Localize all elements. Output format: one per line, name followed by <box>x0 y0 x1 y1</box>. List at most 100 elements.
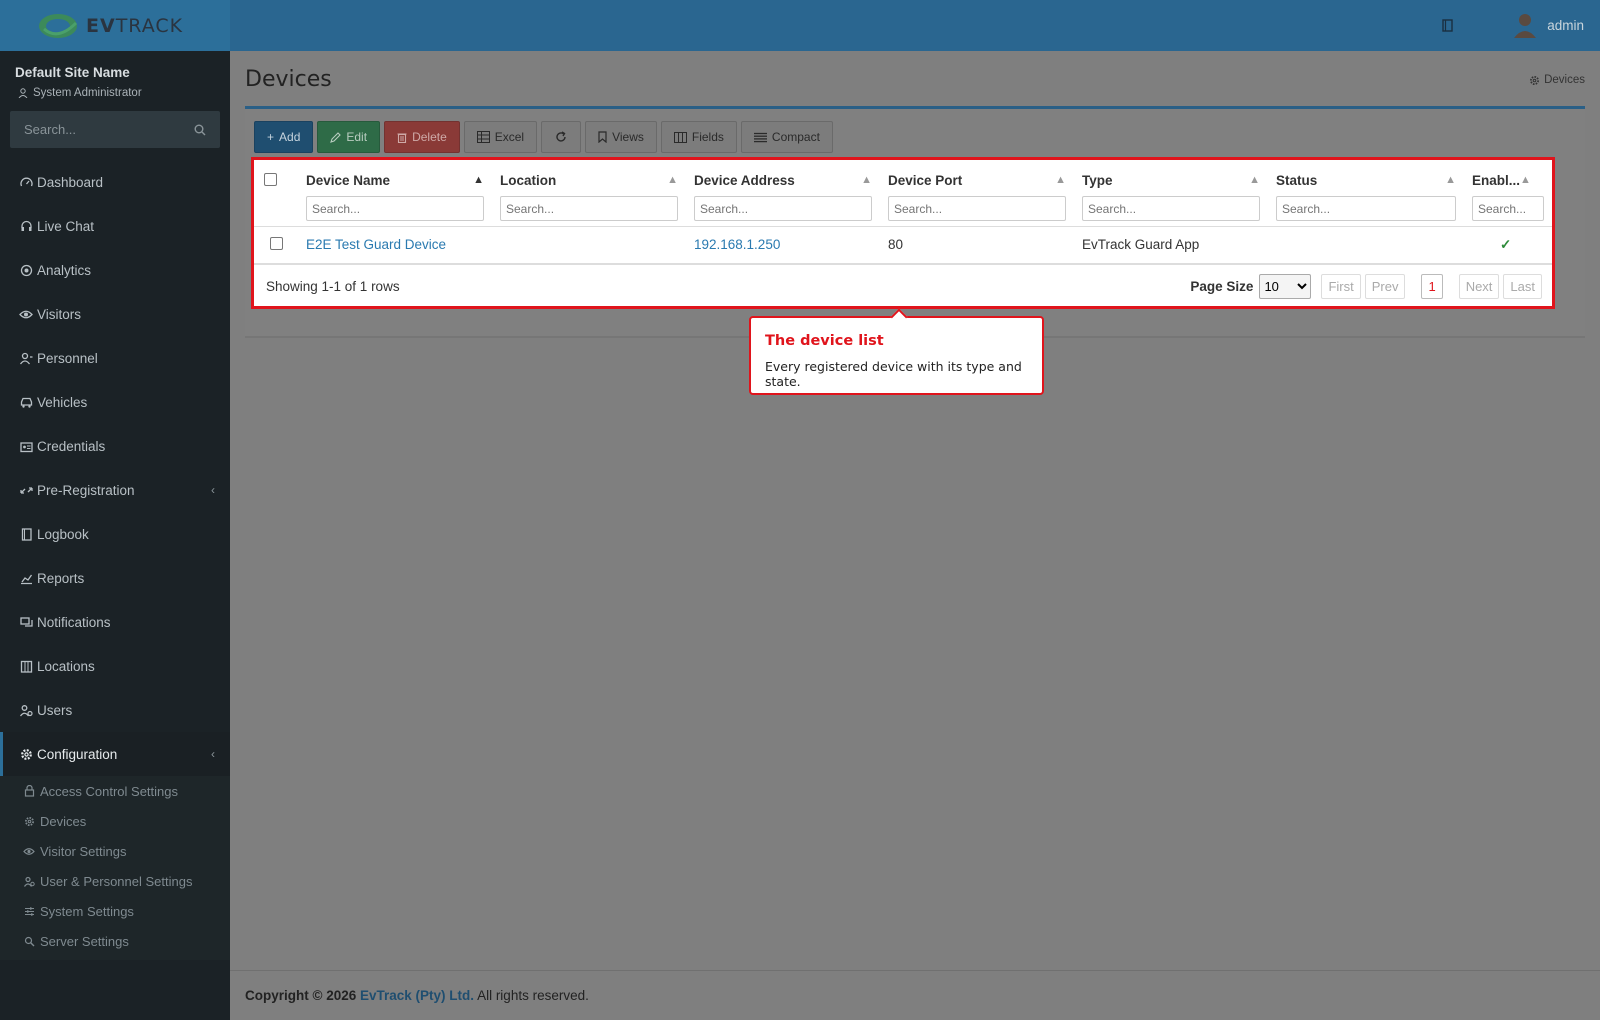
sidebar-nav: Dashboard Live Chat Analytics Visitors P… <box>0 160 230 776</box>
sort-asc-icon[interactable]: ▲ <box>473 174 484 186</box>
sidebar-item-vehicles[interactable]: Vehicles <box>0 380 230 424</box>
users-icon <box>19 703 33 717</box>
add-button[interactable]: + Add <box>254 121 314 153</box>
column-label: Device Name <box>306 172 391 188</box>
sidebar-item-label: Configuration <box>37 746 118 762</box>
subnav-item-user-personnel-settings[interactable]: User & Personnel Settings <box>0 866 230 896</box>
current-page-button[interactable]: 1 <box>1421 273 1443 299</box>
breadcrumb-item[interactable]: Devices <box>1544 74 1585 86</box>
sort-icon[interactable]: ▲ <box>1249 174 1260 186</box>
last-page-button[interactable]: Last <box>1503 273 1542 299</box>
sidebar-item-label: Notifications <box>37 614 111 630</box>
cell-status <box>1268 226 1464 265</box>
sidebar-item-credentials[interactable]: Credentials <box>0 424 230 468</box>
column-header-device-address[interactable]: Device Address ▲ <box>686 160 880 227</box>
site-name: Default Site Name <box>15 65 130 80</box>
filter-type-input[interactable] <box>1082 196 1260 221</box>
add-button-label: Add <box>279 130 301 144</box>
sidebar-item-dashboard[interactable]: Dashboard <box>0 160 230 204</box>
sidebar-item-label: Analytics <box>37 262 92 278</box>
table-header-row: Device Name ▲ Location ▲ Device Address ▲ D… <box>254 160 1552 227</box>
prev-page-button[interactable]: Prev <box>1364 273 1406 299</box>
compact-button[interactable]: Compact <box>740 121 833 153</box>
sidebar-item-analytics[interactable]: Analytics <box>0 248 230 292</box>
delete-button[interactable]: Delete <box>384 121 460 153</box>
logo-icon <box>39 13 78 38</box>
cell-enabled: ✓ <box>1464 226 1511 265</box>
first-page-button[interactable]: First <box>1321 273 1361 299</box>
subnav-item-devices[interactable]: Devices <box>0 806 230 836</box>
sort-icon[interactable]: ▲ <box>667 174 678 186</box>
table-row[interactable]: E2E Test Guard Device 192.168.1.250 80 E… <box>254 226 1552 265</box>
user-menu[interactable]: admin <box>1513 12 1584 38</box>
sort-icon[interactable]: ▲ <box>861 174 872 186</box>
sidebar-item-locations[interactable]: Locations <box>0 644 230 688</box>
book-icon <box>19 527 33 541</box>
copyright-text: Copyright © 2026 <box>245 988 357 1003</box>
book-icon[interactable] <box>1442 19 1453 35</box>
sort-icon[interactable]: ▲ <box>1445 174 1456 186</box>
sidebar-item-logbook[interactable]: Logbook <box>0 512 230 556</box>
subnav-item-system-settings[interactable]: System Settings <box>0 896 230 926</box>
cell-type: EvTrack Guard App <box>1074 226 1268 265</box>
sort-icon[interactable]: ▲ <box>1520 174 1531 186</box>
device-name-link[interactable]: E2E Test Guard Device <box>306 237 446 252</box>
sidebar-item-live-chat[interactable]: Live Chat <box>0 204 230 248</box>
spreadsheet-icon <box>476 131 490 143</box>
sidebar-item-label: Visitors <box>37 306 82 322</box>
sidebar-item-visitors[interactable]: Visitors <box>0 292 230 336</box>
filter-device-name-input[interactable] <box>306 196 484 221</box>
column-header-device-port[interactable]: Device Port ▲ <box>880 160 1074 227</box>
column-header-device-name[interactable]: Device Name ▲ <box>298 160 492 227</box>
sidebar-item-label: Credentials <box>37 438 106 454</box>
subnav-item-access-control-settings[interactable]: Access Control Settings <box>0 776 230 806</box>
search-icon[interactable] <box>194 124 206 136</box>
filter-enabled-input[interactable] <box>1472 196 1544 221</box>
reports-icon <box>19 571 33 585</box>
filter-device-port-input[interactable] <box>888 196 1066 221</box>
sidebar-search-input[interactable] <box>24 122 174 137</box>
row-checkbox[interactable] <box>270 236 283 250</box>
next-page-button[interactable]: Next <box>1458 273 1500 299</box>
subnav-item-visitor-settings[interactable]: Visitor Settings <box>0 836 230 866</box>
sort-icon[interactable]: ▲ <box>1055 174 1066 186</box>
sidebar-item-pre-registration[interactable]: Pre-Registration ‹ <box>0 468 230 512</box>
column-header-location[interactable]: Location ▲ <box>492 160 686 227</box>
page-size-label: Page Size <box>1190 278 1254 294</box>
brand-name: EVTRACK <box>86 14 184 37</box>
subnav-item-label: Access Control Settings <box>40 783 179 799</box>
sidebar-item-personnel[interactable]: Personnel <box>0 336 230 380</box>
device-address-link[interactable]: 192.168.1.250 <box>694 237 780 252</box>
column-header-status[interactable]: Status ▲ <box>1268 160 1464 227</box>
users-icon <box>22 876 36 887</box>
sidebar-item-reports[interactable]: Reports <box>0 556 230 600</box>
arrows-icon <box>19 483 33 497</box>
edit-button[interactable]: Edit <box>317 121 381 153</box>
column-header-enabled[interactable]: Enabl... ▲ <box>1464 160 1544 227</box>
sidebar-item-configuration[interactable]: Configuration ‹ <box>0 732 230 776</box>
chat-icon <box>19 615 33 629</box>
company-link[interactable]: EvTrack (Pty) Ltd. <box>360 988 474 1003</box>
sidebar-item-notifications[interactable]: Notifications <box>0 600 230 644</box>
column-header-type[interactable]: Type ▲ <box>1074 160 1268 227</box>
brand-logo[interactable]: EVTRACK <box>0 0 230 51</box>
subnav-item-server-settings[interactable]: Server Settings <box>0 926 230 956</box>
plus-icon: + <box>267 130 275 144</box>
page-title: Devices <box>245 67 332 92</box>
filter-location-input[interactable] <box>500 196 678 221</box>
main-content: Devices Devices + Add Edit Delete Excel V… <box>230 51 1600 970</box>
cell-location <box>492 226 686 265</box>
filter-status-input[interactable] <box>1276 196 1456 221</box>
excel-button[interactable]: Excel <box>463 121 538 153</box>
subnav-item-label: Server Settings <box>40 933 129 949</box>
column-label: Enabl... <box>1472 172 1521 188</box>
sidebar-item-label: Reports <box>37 570 85 586</box>
select-all-checkbox[interactable] <box>264 173 277 186</box>
filter-device-address-input[interactable] <box>694 196 872 221</box>
refresh-button[interactable] <box>541 121 582 153</box>
page-size-select[interactable]: 10 <box>1259 273 1312 299</box>
column-label: Status <box>1276 172 1318 188</box>
sidebar-item-users[interactable]: Users <box>0 688 230 732</box>
views-button[interactable]: Views <box>585 121 657 153</box>
fields-button[interactable]: Fields <box>660 121 737 153</box>
